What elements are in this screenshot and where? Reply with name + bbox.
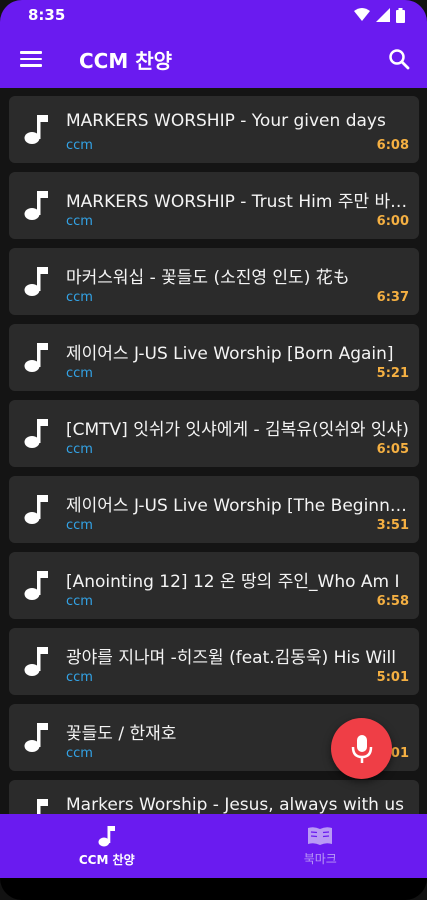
song-duration: 5:21	[376, 366, 409, 381]
nav-label: 북마크	[303, 851, 337, 866]
song-channel: ccm	[66, 594, 93, 609]
book-icon	[308, 826, 333, 845]
status-icons	[354, 7, 405, 23]
song-duration: 5:01	[376, 670, 409, 685]
song-channel: ccm	[66, 366, 93, 381]
battery-icon	[396, 7, 405, 23]
song-channel: ccm	[66, 670, 93, 685]
menu-icon[interactable]	[20, 48, 42, 70]
song-duration: 6:58	[376, 594, 409, 609]
song-channel: ccm	[66, 518, 93, 533]
song-title: MARKERS WORSHIP - Your given days	[66, 111, 386, 131]
voice-search-button[interactable]	[331, 718, 392, 779]
music-note-icon	[98, 825, 115, 846]
song-title: 제이어스 J-US Live Worship [Born Again]	[66, 344, 394, 364]
music-note-icon	[24, 571, 48, 600]
song-title: MARKERS WORSHIP - Trust Him 주만 바라볼지라	[66, 192, 411, 212]
music-note-icon	[24, 495, 48, 524]
song-title: 광야를 지나며 -히즈윌 (feat.김동욱) His Will	[66, 648, 396, 668]
song-channel: ccm	[66, 138, 93, 153]
nav-item-bookmark[interactable]: 북마크	[214, 814, 427, 878]
status-time: 8:35	[28, 6, 66, 24]
music-note-icon	[24, 419, 48, 448]
list-item[interactable]: MARKERS WORSHIP - Trust Him 주만 바라볼지라 ccm…	[9, 172, 419, 239]
song-title: [Anointing 12] 12 온 땅의 주인_Who Am I	[66, 572, 400, 592]
song-duration: 3:51	[376, 518, 409, 533]
music-note-icon	[24, 115, 48, 144]
app-screen: 8:35 CCM 찬양 MARKERS WORSHIP - Your given…	[0, 0, 427, 900]
system-nav-area	[0, 878, 427, 900]
list-item[interactable]: [Anointing 12] 12 온 땅의 주인_Who Am I ccm 6…	[9, 552, 419, 619]
song-title: 마커스워십 - 꽃들도 (소진영 인도) 花も	[66, 268, 350, 288]
song-channel: ccm	[66, 214, 93, 229]
music-note-icon	[24, 267, 48, 296]
nav-item-ccm[interactable]: CCM 찬양	[0, 814, 214, 878]
song-duration: 6:00	[376, 214, 409, 229]
signal-icon	[376, 8, 390, 22]
nav-label: CCM 찬양	[78, 852, 135, 867]
song-channel: ccm	[66, 746, 93, 761]
song-title: [CMTV] 잇쉬가 잇샤에게 - 김복유(잇쉬와 잇샤)	[66, 420, 409, 440]
list-item[interactable]: 제이어스 J-US Live Worship [Born Again] ccm …	[9, 324, 419, 391]
music-note-icon	[24, 343, 48, 372]
app-bar: CCM 찬양	[0, 30, 427, 88]
song-channel: ccm	[66, 290, 93, 305]
status-bar: 8:35	[0, 0, 427, 30]
app-title: CCM 찬양	[79, 48, 173, 73]
list-item[interactable]: 마커스워십 - 꽃들도 (소진영 인도) 花も ccm 6:37	[9, 248, 419, 315]
music-note-icon	[24, 723, 48, 752]
song-duration: 6:08	[376, 138, 409, 153]
music-note-icon	[37, 799, 48, 814]
song-list[interactable]: MARKERS WORSHIP - Your given days ccm 6:…	[0, 88, 427, 814]
microphone-icon	[351, 734, 372, 763]
song-channel: ccm	[66, 442, 93, 457]
music-note-icon	[24, 191, 48, 220]
search-icon[interactable]	[387, 47, 411, 71]
list-item[interactable]: 제이어스 J-US Live Worship [The Beginning] c…	[9, 476, 419, 543]
wifi-icon	[354, 8, 370, 21]
music-note-icon	[24, 647, 48, 676]
list-item[interactable]: MARKERS WORSHIP - Your given days ccm 6:…	[9, 96, 419, 163]
song-duration: 6:05	[376, 442, 409, 457]
bottom-nav: CCM 찬양 북마크	[0, 814, 427, 878]
song-title: Markers Worship - Jesus, always with us	[66, 795, 404, 814]
list-item[interactable]: [CMTV] 잇쉬가 잇샤에게 - 김복유(잇쉬와 잇샤) ccm 6:05	[9, 400, 419, 467]
list-item[interactable]: Markers Worship - Jesus, always with us …	[9, 780, 419, 814]
list-item[interactable]: 광야를 지나며 -히즈윌 (feat.김동욱) His Will ccm 5:0…	[9, 628, 419, 695]
song-title: 제이어스 J-US Live Worship [The Beginning]	[66, 496, 411, 516]
song-duration: 6:37	[376, 290, 409, 305]
